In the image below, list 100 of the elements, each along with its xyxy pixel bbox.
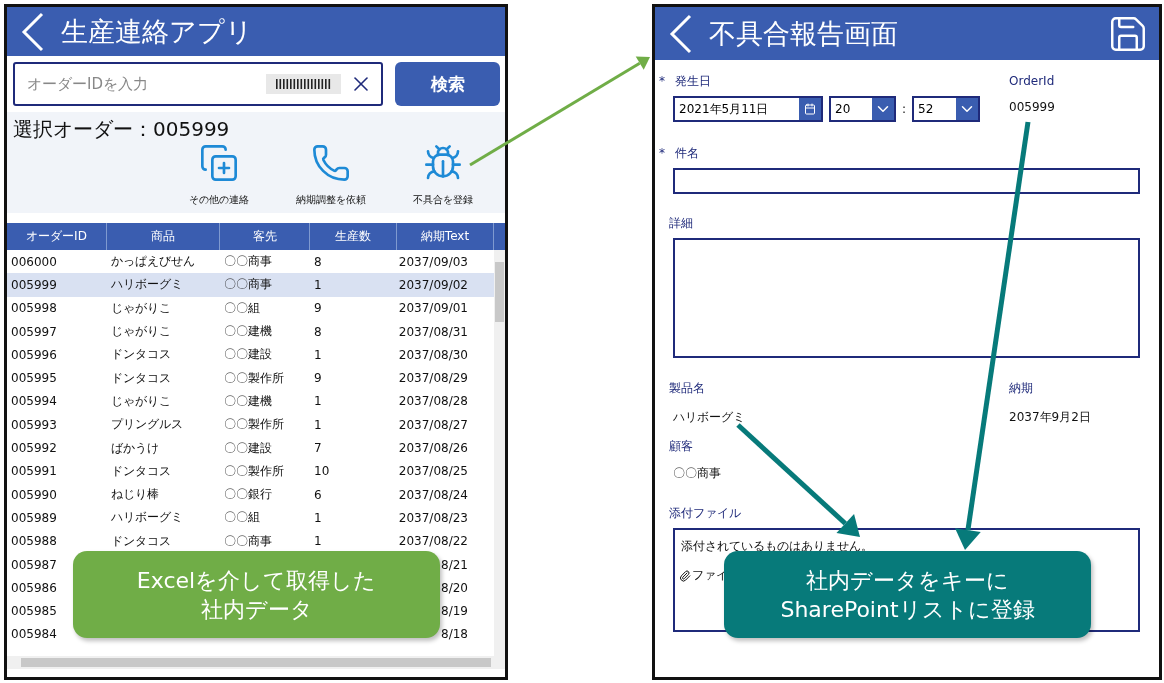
field-label: 納期 bbox=[1009, 379, 1033, 397]
field-label: 発生日 bbox=[675, 72, 711, 90]
table-cell-text: 8 bbox=[313, 323, 323, 341]
due-date-value: 2037年9月2日 bbox=[1009, 409, 1092, 426]
action-button[interactable]: 不具合を登録 bbox=[387, 143, 499, 207]
table-cell-text: 〇〇商事 bbox=[223, 276, 273, 294]
table-row[interactable]: 005999 ハリボーグミ 〇〇商事 1 2037/09/02 bbox=[7, 273, 494, 297]
app-title: 生産連絡アプリ bbox=[61, 14, 254, 49]
vertical-scrollbar[interactable] bbox=[494, 250, 505, 656]
table-cell-text: プリングルス bbox=[110, 416, 184, 434]
table-cell-text: 005989 bbox=[10, 509, 58, 527]
hour-dropdown[interactable]: 20 bbox=[829, 96, 896, 122]
table-cell-text: 1 bbox=[313, 346, 323, 364]
table-cell-text: 10 bbox=[313, 463, 331, 481]
field-label: 詳細 bbox=[669, 214, 693, 232]
horizontal-scrollbar[interactable] bbox=[7, 656, 505, 669]
table-cell-text: 005997 bbox=[10, 323, 58, 341]
paperclip-icon bbox=[679, 569, 691, 582]
required-mark: * bbox=[659, 74, 665, 88]
table-cell-text: 〇〇製作所 bbox=[223, 369, 285, 387]
table-cell-text: 8/18 bbox=[440, 626, 469, 644]
back-icon[interactable] bbox=[669, 13, 693, 54]
table-cell-text: 005984 bbox=[10, 626, 58, 644]
table-cell-text: 〇〇組 bbox=[223, 299, 261, 317]
table-cell-text: 〇〇製作所 bbox=[223, 462, 285, 480]
table-cell-text: 005996 bbox=[10, 346, 58, 364]
table-cell-text: じゃがりこ bbox=[110, 392, 172, 410]
calendar-icon bbox=[804, 103, 816, 115]
table-cell-text: 〇〇組 bbox=[223, 509, 261, 527]
table-cell-text: 〇〇銀行 bbox=[223, 486, 273, 504]
table-cell-text: 8 bbox=[313, 253, 323, 271]
customer-value: 〇〇商事 bbox=[672, 465, 722, 482]
barcode-icon[interactable] bbox=[266, 74, 341, 94]
table-cell-text: 1 bbox=[313, 276, 323, 294]
table-cell-text: 7 bbox=[313, 440, 323, 457]
table-cell-text: ねじり棒 bbox=[110, 486, 160, 504]
table-cell-text: かっぱえびせん bbox=[110, 253, 196, 271]
table-cell-text: 2037/08/23 bbox=[397, 509, 469, 527]
action-button[interactable]: 納期調整を依頼 bbox=[275, 143, 387, 207]
table-cell-text: 005995 bbox=[10, 370, 58, 388]
table-cell-text: 005990 bbox=[10, 486, 58, 504]
minute-dropdown[interactable]: 52 bbox=[912, 96, 981, 122]
table-cell-text: 005986 bbox=[10, 579, 58, 597]
table-cell-text: 006000 bbox=[10, 253, 58, 271]
phone-icon bbox=[311, 143, 351, 183]
table-cell-text: 8/19 bbox=[440, 603, 469, 621]
table-cell-text: 〇〇建機 bbox=[223, 323, 273, 341]
selected-order-text: 選択オーダー：005999 bbox=[13, 116, 231, 143]
callout-tooltip: 社内データをキーに SharePointリストに登録 bbox=[724, 551, 1091, 638]
back-icon[interactable] bbox=[21, 11, 45, 52]
table-cell-text: 〇〇建設 bbox=[223, 439, 273, 457]
table-cell-text: ハリボーグミ bbox=[110, 509, 184, 527]
required-mark: * bbox=[659, 146, 665, 160]
table-cell-text: 005992 bbox=[10, 440, 58, 457]
table-cell-text: 8/21 bbox=[440, 556, 469, 574]
field-label: 件名 bbox=[675, 144, 699, 162]
subject-input[interactable] bbox=[673, 168, 1140, 194]
table-cell-text: 〇〇商事 bbox=[223, 532, 273, 550]
table-cell-text: 2037/08/29 bbox=[397, 370, 469, 388]
table-cell-text: ばかうけ bbox=[110, 439, 160, 457]
table-cell-text: 1 bbox=[313, 509, 323, 527]
field-label: 製品名 bbox=[669, 379, 705, 397]
table-cell-text: ドンタコス bbox=[110, 532, 172, 550]
table-cell-text: ドンタコス bbox=[110, 462, 172, 480]
table-cell-text: 1 bbox=[313, 393, 323, 411]
table-cell-text: じゃがりこ bbox=[110, 323, 172, 341]
table-cell-text: ハリボーグミ bbox=[110, 276, 184, 294]
field-label: 添付ファイル bbox=[669, 504, 741, 522]
table-cell-text: 8/20 bbox=[440, 579, 469, 597]
table-cell-text: 〇〇商事 bbox=[223, 253, 273, 271]
table-cell-text: 2037/08/26 bbox=[397, 440, 469, 457]
table-cell-text: 005985 bbox=[10, 603, 58, 621]
action-button[interactable]: その他の連絡 bbox=[163, 143, 275, 207]
table-cell-text: 〇〇建機 bbox=[223, 392, 273, 410]
table-cell-text: 2037/08/30 bbox=[397, 346, 469, 364]
table-cell-text: 1 bbox=[313, 416, 323, 434]
callout-tooltip: Excelを介して取得した 社内データ bbox=[73, 551, 440, 638]
table-cell-text: 1 bbox=[313, 533, 323, 551]
table-cell-text: 2037/08/31 bbox=[397, 323, 469, 341]
table-cell-text: 2037/09/02 bbox=[397, 276, 469, 294]
table-cell-text: 9 bbox=[313, 370, 323, 388]
details-textarea[interactable] bbox=[673, 238, 1140, 358]
table-cell-text: 2037/08/27 bbox=[397, 416, 469, 434]
table-cell-text: 2037/08/22 bbox=[397, 533, 469, 551]
product-value: ハリボーグミ bbox=[672, 409, 746, 426]
table-cell-text: 〇〇製作所 bbox=[223, 416, 285, 434]
table-cell-text: ドンタコス bbox=[110, 346, 172, 364]
search-button[interactable]: 検索 bbox=[395, 62, 500, 106]
table-cell-text: 2037/08/24 bbox=[397, 486, 469, 504]
table-cell-text: 005988 bbox=[10, 533, 58, 551]
table-cell-text: 〇〇建設 bbox=[223, 346, 273, 364]
copy-plus-icon bbox=[199, 143, 239, 183]
table-cell-text: 2037/09/03 bbox=[397, 253, 469, 271]
table-cell-text: ドンタコス bbox=[110, 369, 172, 387]
search-box[interactable]: オーダーIDを入力 bbox=[13, 62, 383, 106]
screen-title: 不具合報告画面 bbox=[709, 16, 899, 51]
table-cell-text: 2037/08/28 bbox=[397, 393, 469, 411]
table-cell-text: 005998 bbox=[10, 300, 58, 318]
table-cell-text: 6 bbox=[313, 486, 323, 504]
date-field[interactable]: 2021年5月11日 bbox=[673, 96, 823, 122]
